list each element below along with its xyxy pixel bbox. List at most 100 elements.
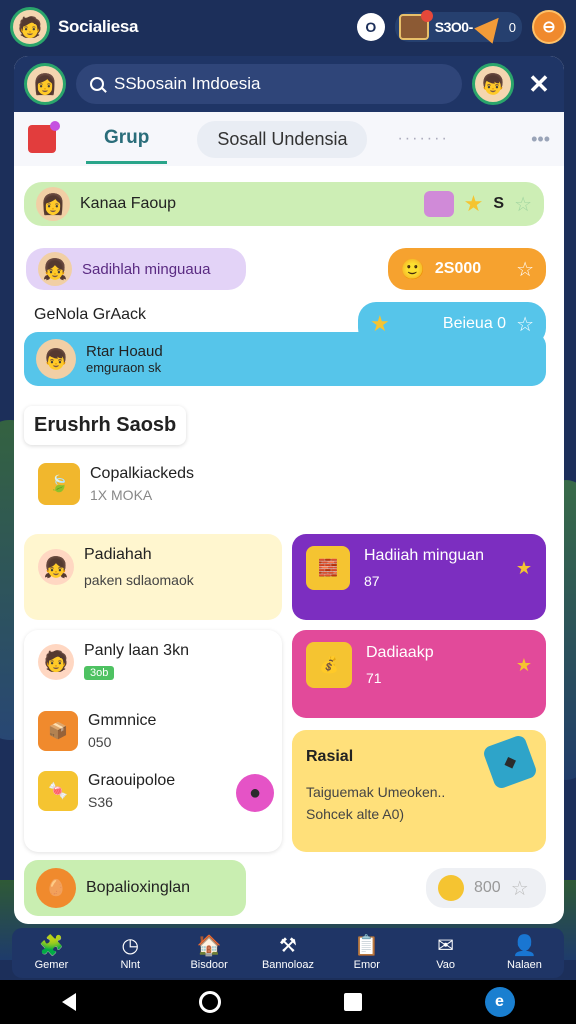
pink-card-title: Dadiaakp: [366, 644, 434, 661]
weekly-score: 2S000: [434, 260, 482, 277]
bottom-navigation: 🧩 Gemer ◷ Nlnt 🏠 Bisdoor ⚒ Bannoloaz 📋 Emor ✉…: [12, 928, 564, 978]
panly-avatar: 🧑: [38, 643, 74, 680]
flag-icon[interactable]: [28, 121, 60, 153]
nav-item-nlnt[interactable]: ◷ Nlnt: [95, 935, 165, 971]
weekly-score-pill[interactable]: 🙂 2S000 ☆: [388, 248, 546, 290]
options-icon[interactable]: •••: [531, 129, 550, 150]
bottom-value: 800: [474, 879, 501, 896]
settings-button[interactable]: ⊖: [532, 10, 566, 44]
pink-card[interactable]: 💰 Dadiaakp 71 ★: [292, 630, 546, 718]
weekly-avatar: 👧: [38, 252, 72, 286]
gamnice-item[interactable]: 📦 Gmmnice 050: [38, 711, 268, 751]
graou-item[interactable]: 🍬 Graouipoloe S36: [38, 771, 268, 811]
star-outline-icon: ☆: [516, 258, 534, 281]
back-icon[interactable]: [61, 993, 76, 1011]
weekly-gift-title: Hadiiah minguan: [364, 547, 485, 564]
star-icon: ★: [515, 557, 532, 578]
panly-item[interactable]: 🧑 Panly laan 3kn 3ob: [38, 642, 268, 681]
yellow-card-line2: Sohcek alte A0): [306, 806, 405, 822]
user-avatar-small: 🙂: [400, 258, 425, 281]
house-icon: 🏠: [196, 935, 222, 957]
pizza-icon: [474, 10, 508, 44]
group-row-value: S: [493, 195, 505, 212]
group-row[interactable]: 👩 Kanaa Faoup ★ S ☆: [24, 182, 544, 226]
puzzle-icon: 🧩: [38, 935, 64, 957]
panly-title: Panly laan 3kn: [84, 642, 189, 659]
gold-bag-icon: 💰: [306, 642, 352, 688]
person-icon: 👤: [512, 935, 537, 957]
friend-row-avatar: 👦: [36, 339, 76, 379]
profile-avatar[interactable]: 🧑: [10, 7, 50, 47]
nav-item-nalaen[interactable]: 👤 Nalaen: [489, 935, 559, 971]
star-outline-icon: ☆: [510, 877, 529, 900]
app-title: Socialiesa: [58, 17, 139, 36]
friend-sub: emguraon sk: [86, 360, 162, 375]
nav-item-bannoloaz[interactable]: ⚒ Bannoloaz: [253, 935, 323, 971]
item-list-card: 🧑 Panly laan 3kn 3ob 📦 Gmmnice 050 🍬 Gra…: [24, 630, 282, 852]
reward-left-sub: paken sdlaomaok: [84, 572, 194, 588]
search-bar[interactable]: SSbosain Imdoesia: [76, 64, 462, 104]
group-row-label: Kanaa Faoup: [80, 195, 177, 212]
home-icon[interactable]: [198, 991, 221, 1013]
graou-title: Graouipoloe: [88, 772, 176, 789]
crate-icon: 📦: [38, 711, 78, 751]
friend-name: Rtar Hoaud: [86, 343, 163, 360]
yellow-card[interactable]: Rasial Taiguemak Umeoken.. Sohcek alte A…: [292, 730, 546, 852]
reward-avatar: 👧: [38, 549, 74, 585]
chest-icon: [398, 10, 433, 40]
tab-grup[interactable]: Grup: [86, 115, 168, 164]
nav-item-gemer[interactable]: 🧩 Gemer: [16, 935, 86, 971]
graou-sub: S36: [88, 794, 113, 810]
item1-title: Copalkiackeds: [90, 465, 195, 482]
nav-item-emor[interactable]: 📋 Emor: [332, 935, 402, 971]
friend-pill-label: Beieua 0: [442, 315, 507, 332]
pink-orb-icon[interactable]: ●: [236, 774, 274, 812]
tab-sosial[interactable]: Sosall Undensia: [197, 120, 368, 158]
bottom-reward-title: Bopalioxinglan: [86, 879, 191, 896]
top-status-bar: 🧑 Socialiesa O S3O0- 0 ⊖: [0, 0, 576, 54]
weekly-reward-row[interactable]: 👧 Sadihlah minguaua: [26, 248, 246, 290]
leaf-badge-icon: 🍃: [38, 463, 80, 505]
generic-label: GeNola GrAack: [34, 306, 147, 323]
gamnice-title: Gmmnice: [88, 712, 157, 729]
panel-header: 👩 SSbosain Imdoesia 👦 ✕: [14, 56, 564, 112]
tools-icon: ⚒: [278, 935, 297, 957]
friend-row[interactable]: 👦 Rtar Hoaud emguraon sk: [24, 332, 546, 386]
clock-icon: ◷: [121, 935, 139, 957]
recent-apps-icon[interactable]: [343, 993, 362, 1011]
nav-item-vao[interactable]: ✉ Vao: [411, 935, 481, 971]
group-avatar: 👩: [36, 187, 70, 221]
assistant-icon[interactable]: e: [484, 987, 515, 1017]
panly-badge: 3ob: [84, 666, 115, 680]
clipboard-icon: 📋: [354, 935, 380, 957]
mail-icon: ✉: [437, 935, 455, 957]
weekly-label: Sadihlah minguaua: [82, 260, 211, 278]
coin-icon: [438, 875, 464, 901]
close-icon[interactable]: ✕: [524, 69, 554, 100]
bottom-reward-row[interactable]: 🥚 Bopalioxinglan: [24, 860, 246, 916]
star-outline-icon: ☆: [514, 193, 532, 216]
candy-icon: 🍬: [38, 771, 78, 811]
search-text: SSbosain Imdoesia: [114, 74, 261, 93]
currency-display[interactable]: S3O0- 0: [394, 10, 522, 44]
nav-item-bisdoor[interactable]: 🏠 Bisdoor: [174, 935, 244, 971]
more-dots-icon[interactable]: ·······: [397, 130, 448, 148]
bottom-value-pill[interactable]: 800 ☆: [426, 868, 546, 908]
star-icon: ★: [463, 191, 484, 216]
reward-card-left[interactable]: 👧 Padiahah paken sdlaomaok: [24, 534, 282, 620]
search-icon: [90, 77, 104, 91]
weekly-gift-card[interactable]: 🧱 Hadiiah minguan 87 ★: [292, 534, 546, 620]
reward-left-title: Padiahah: [84, 546, 152, 563]
item-row-1[interactable]: 🍃 Copalkiackeds 1X MOKA: [24, 451, 284, 521]
badge-icon[interactable]: O: [356, 13, 385, 41]
coin-value: S3O0-: [434, 19, 473, 35]
pizza-count: 0: [508, 19, 516, 35]
gift-icon: [423, 191, 454, 217]
gamnice-sub: 050: [88, 734, 112, 750]
social-panel: 👩 SSbosain Imdoesia 👦 ✕ Grup Sosall Unde…: [14, 56, 564, 924]
user-avatar[interactable]: 👩: [24, 63, 66, 105]
system-navigation-bar: e: [0, 980, 576, 1024]
friend-avatar[interactable]: 👦: [472, 63, 514, 105]
pink-card-sub: 71: [366, 670, 382, 686]
section-title: Erushrh Saosb: [24, 406, 187, 445]
